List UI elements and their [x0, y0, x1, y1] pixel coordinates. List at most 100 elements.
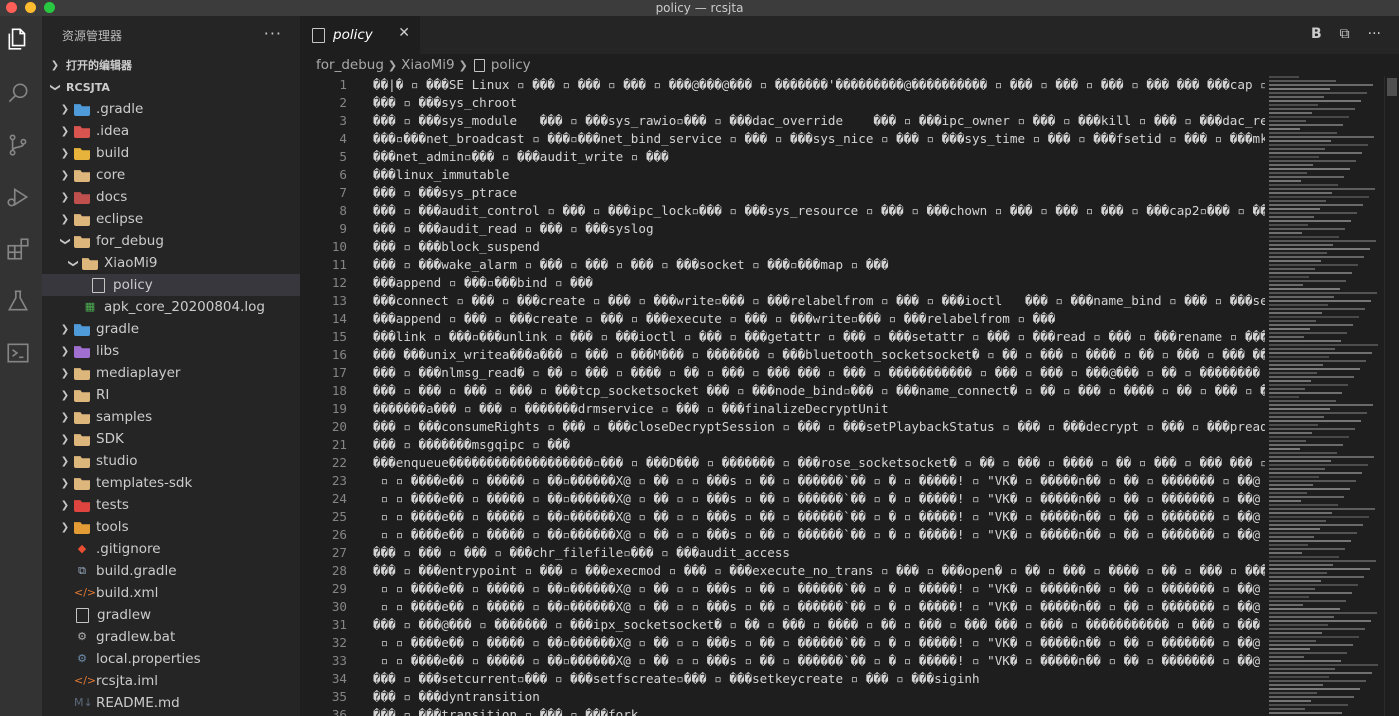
tree-item-label: XiaoMi9: [104, 255, 158, 271]
minimap-line: [1269, 372, 1317, 374]
minimap-line: [1269, 88, 1330, 90]
minimap-line: [1269, 112, 1312, 114]
minimap-line: [1269, 644, 1353, 646]
line-text: ��� ▫ ���sys_ptrace: [373, 185, 518, 200]
tree-item[interactable]: ▦ apk_core_20200804.log: [42, 296, 300, 318]
minimap-line: [1269, 576, 1364, 578]
minimap-line: [1269, 100, 1361, 102]
testing-icon[interactable]: [5, 288, 31, 314]
bold-icon[interactable]: B: [1311, 26, 1322, 42]
close-icon[interactable]: ✕: [398, 25, 410, 41]
search-icon[interactable]: [5, 80, 31, 106]
breadcrumb-item[interactable]: policy: [491, 57, 531, 73]
tree-item[interactable]: ❯ mediaplayer: [42, 362, 300, 384]
tree-item[interactable]: ◆ .gitignore: [42, 538, 300, 560]
line-text: ▫ ▫ ����e�� ▫ ����� ▫ ��▫������X@ ▫ �� ▫…: [380, 509, 1261, 524]
tree-item[interactable]: ❯ tests: [42, 494, 300, 516]
minimap-line: [1269, 584, 1358, 586]
tree-item[interactable]: gradlew: [42, 604, 300, 626]
project-section[interactable]: ❯ RCSJTA: [42, 76, 300, 98]
line-text: ���append ▫ ��� ▫ ���create ▫ ��� ▫ ���e…: [373, 311, 1056, 326]
tree-item[interactable]: ⚙ gradlew.bat: [42, 626, 300, 648]
explorer-icon[interactable]: [5, 26, 31, 52]
breadcrumb-item[interactable]: for_debug: [316, 57, 384, 73]
line-text: ▫ ▫ ����e�� ▫ ����� ▫ ��▫������X@ ▫ �� ▫…: [380, 491, 1261, 506]
tree-item[interactable]: ❯ XiaoMi9: [42, 252, 300, 274]
line-text: ▫ ▫ ����e�� ▫ ����� ▫ ��▫������X@ ▫ �� ▫…: [380, 599, 1261, 614]
line-text: ���▫���net_broadcast ▫ ���▫���net_bind_s…: [373, 131, 1265, 146]
tree-item[interactable]: ❯ templates-sdk: [42, 472, 300, 494]
tree-item-label: policy: [113, 277, 153, 293]
line-number: 22: [331, 455, 347, 470]
tree-item[interactable]: ❯ studio: [42, 450, 300, 472]
close-window-button[interactable]: [6, 2, 17, 13]
terminal-icon[interactable]: [5, 340, 31, 366]
minimap-line: [1269, 324, 1353, 326]
tools-folder-icon: [74, 522, 90, 534]
minimap-line: [1269, 76, 1299, 78]
tree-item[interactable]: ❯ libs: [42, 340, 300, 362]
run-debug-icon[interactable]: [5, 184, 31, 210]
minimap-line: [1269, 280, 1346, 282]
minimap-line: [1269, 368, 1360, 370]
more-actions-icon[interactable]: ···: [1368, 26, 1381, 42]
code-line: 6 ���linux_immutable: [300, 166, 1265, 184]
minimap-line: [1269, 220, 1351, 222]
tree-item[interactable]: ❯ .gradle: [42, 98, 300, 120]
tree-item[interactable]: ❯ for_debug: [42, 230, 300, 252]
tree-item[interactable]: </> rcsjta.iml: [42, 670, 300, 692]
minimap-line: [1269, 712, 1342, 714]
tree-item[interactable]: ❯ docs: [42, 186, 300, 208]
minimize-window-button[interactable]: [25, 2, 36, 13]
minimap-line: [1269, 200, 1326, 202]
chevron-right-icon: ❯: [60, 499, 70, 511]
line-number: 35: [331, 689, 347, 704]
extensions-icon[interactable]: [5, 236, 31, 262]
tree-item[interactable]: ⧉ build.gradle: [42, 560, 300, 582]
tree-item-label: eclipse: [96, 211, 144, 227]
tree-item[interactable]: policy: [42, 274, 300, 296]
folder-open-icon: [74, 236, 90, 248]
chevron-right-icon: ❯: [60, 125, 70, 137]
minimap[interactable]: [1265, 76, 1385, 716]
line-number: 29: [331, 581, 347, 596]
tab-policy[interactable]: policy ✕: [300, 16, 420, 54]
chevron-right-icon: ❯: [60, 345, 70, 357]
code-line: 35 ��� ▫ ���dyntransition: [300, 688, 1265, 706]
folder-icon: [74, 478, 90, 490]
tree-item[interactable]: ❯ RI: [42, 384, 300, 406]
minimap-line: [1269, 140, 1331, 142]
tree-item[interactable]: ❯ gradle: [42, 318, 300, 340]
git-icon: ◆: [77, 542, 87, 555]
tree-item[interactable]: ❯ samples: [42, 406, 300, 428]
minimap-line: [1269, 444, 1343, 446]
open-editors-section[interactable]: ❯ 打开的编辑器: [42, 54, 300, 76]
zoom-window-button[interactable]: [44, 2, 55, 13]
xml-file-icon: </>: [74, 674, 97, 687]
breadcrumb-item[interactable]: XiaoMi9: [401, 57, 455, 73]
more-actions-icon[interactable]: ···: [264, 24, 282, 43]
line-number: 33: [331, 653, 347, 668]
tree-item[interactable]: </> build.xml: [42, 582, 300, 604]
tree-item[interactable]: M↓ README.md: [42, 692, 300, 714]
code-line: 25 ▫ ▫ ����e�� ▫ ����� ▫ ��▫������X@ ▫ �…: [300, 508, 1265, 526]
source-control-icon[interactable]: [5, 132, 31, 158]
tree-item-label: mediaplayer: [96, 365, 181, 381]
minimap-line: [1269, 352, 1372, 354]
minimap-line: [1269, 428, 1355, 430]
tree-item[interactable]: ❯ eclipse: [42, 208, 300, 230]
tree-item[interactable]: ⚙ local.properties: [42, 648, 300, 670]
tree-item[interactable]: ❯ build: [42, 142, 300, 164]
tree-item[interactable]: ❯ tools: [42, 516, 300, 538]
code-view[interactable]: 1 ��|� ▫ ���SE Linux ▫ ��� ▫ ��� ▫ ��� ▫ …: [300, 76, 1265, 716]
split-editor-icon[interactable]: ⧉: [1340, 26, 1350, 42]
line-number: 2: [339, 95, 347, 110]
vertical-scrollbar[interactable]: [1384, 76, 1399, 716]
breadcrumb: for_debug ❯ XiaoMi9 ❯ policy: [300, 54, 1399, 76]
scrollbar-thumb[interactable]: [1387, 78, 1397, 96]
tree-item[interactable]: ❯ .idea: [42, 120, 300, 142]
code-line: 14 ���append ▫ ��� ▫ ���create ▫ ��� ▫ ��…: [300, 310, 1265, 328]
tree-item[interactable]: ❯ core: [42, 164, 300, 186]
tree-item-label: gradlew.bat: [96, 629, 176, 645]
tree-item[interactable]: ❯ SDK: [42, 428, 300, 450]
